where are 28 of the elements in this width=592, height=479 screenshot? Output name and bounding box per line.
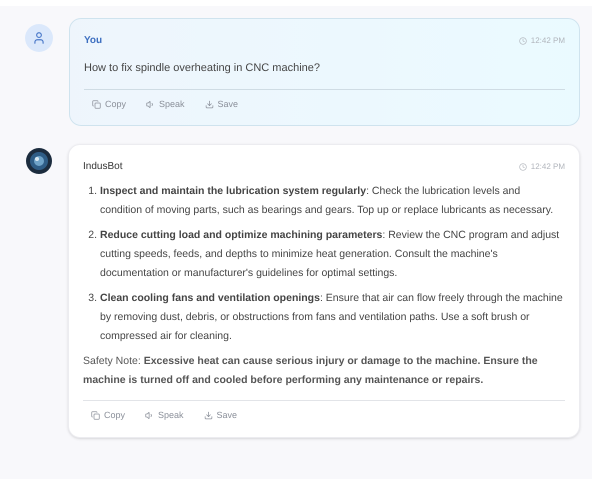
action-button[interactable]: Copy xyxy=(91,409,126,422)
safety-note: Safety Note: Excessive heat can cause serious injury or damage to the machine. Ensure the machine is turned off and cooled before performing any maintenance or repairs. xyxy=(83,354,539,388)
speaker-icon xyxy=(145,411,154,420)
action-button[interactable]: Save xyxy=(204,409,238,422)
list-number: 1. xyxy=(87,184,98,199)
sender-name: IndusBot xyxy=(83,160,122,174)
download-icon xyxy=(204,411,213,420)
list-number: 3. xyxy=(87,291,98,306)
action-button[interactable]: Speak xyxy=(145,409,184,422)
action-button[interactable]: Save xyxy=(204,98,238,111)
timestamp: 12:42 PM xyxy=(530,160,565,172)
action-button[interactable]: Speak xyxy=(146,98,185,111)
sender-name: You xyxy=(84,34,102,48)
copy-icon xyxy=(91,411,100,420)
list-item-text: Clean cooling fans and ventilation openings: Ensure that air can flow freely through the machine by removing dust, debris, or obstructions from fans and ventilation paths. Use a soft brush or compressed air for cleaning. xyxy=(100,291,564,344)
list-item-text: Inspect and maintain the lubrication system regularly: Check the lubrication levels and condition of moving parts, such as bearings and gears. Top up or replace lubricants as necessary. xyxy=(100,184,554,218)
download-icon xyxy=(204,100,214,109)
speaker-icon xyxy=(146,100,156,109)
list-number: 2. xyxy=(87,228,98,243)
clock-icon xyxy=(518,36,527,44)
action-button[interactable]: Copy xyxy=(92,98,126,111)
copy-icon xyxy=(92,100,101,109)
list-item-text: Reduce cutting load and optimize machining parameters: Review the CNC program and adjust cutting speeds, feeds, and depths to minimize heat generation. Consult the machine's documentation or manufacturer's guidelines for optimal settings. xyxy=(100,228,560,281)
timestamp: 12:42 PM xyxy=(530,34,565,46)
bot-avatar xyxy=(26,148,52,174)
clock-icon xyxy=(518,162,527,170)
message-text: How to fix spindle overheating in CNC machine? xyxy=(84,60,565,90)
user-avatar xyxy=(25,24,53,52)
